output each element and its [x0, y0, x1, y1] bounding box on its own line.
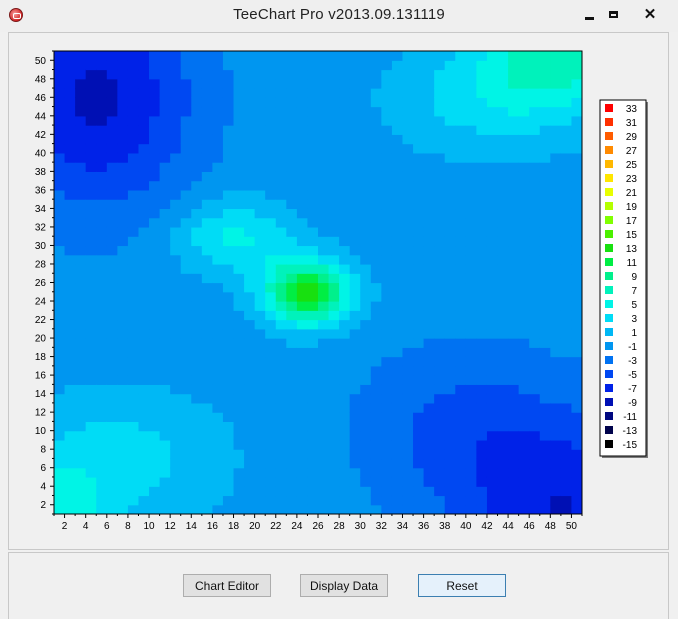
chart-editor-button[interactable]: Chart Editor — [183, 574, 271, 597]
maximize-icon — [608, 10, 618, 18]
display-data-button[interactable]: Display Data — [300, 574, 388, 597]
maximize-button[interactable] — [597, 4, 629, 24]
close-button[interactable]: ✕ — [630, 4, 670, 24]
reset-button[interactable]: Reset — [418, 574, 506, 597]
app-window: TeeChart Pro v2013.09.131119 ✕ 2 4 6 8 10 12 1… — [0, 0, 678, 619]
chart-panel — [8, 32, 669, 550]
title-bar[interactable]: TeeChart Pro v2013.09.131119 ✕ — [0, 0, 678, 32]
minimize-icon — [584, 16, 594, 20]
close-icon: ✕ — [643, 5, 657, 23]
